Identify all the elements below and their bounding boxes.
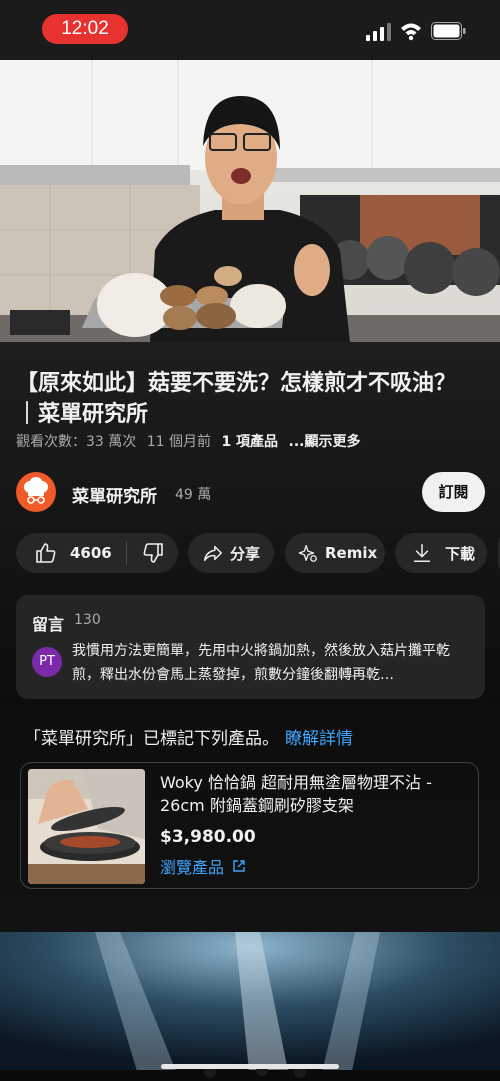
learn-more-link[interactable]: 瞭解詳情 [285,729,353,749]
product-image [28,769,145,884]
show-more-link[interactable]: ...顯示更多 [289,434,361,450]
video-frame [0,60,500,342]
share-button[interactable]: 分享 [188,533,274,573]
remix-label: Remix [325,544,378,562]
comments-title: 留言 [32,615,65,634]
browse-product-link[interactable]: 瀏覽產品 [160,854,246,878]
video-player[interactable] [0,60,500,342]
battery-icon [431,22,466,40]
product-card[interactable]: Woky 恰恰鍋 超耐用無塗層物理不沾 - 26cm 附鍋蓋鋼刷矽膠支架 $3,… [20,762,479,889]
like-count[interactable]: 4606 [70,544,112,562]
video-meta[interactable]: 觀看次數：33 萬次 11 個月前 1 項產品 ...顯示更多 [16,431,366,451]
like-dislike-group: 4606 [16,533,178,573]
comments-section[interactable]: 留言 130 PT 我慣用方法更簡單，先用中火將鍋加熱，然後放入菇片攤平乾煎，釋… [16,595,485,699]
product-count: 1 項產品 [221,434,279,450]
status-bar: 12:02 [0,0,500,60]
commenter-avatar: PT [32,647,62,677]
share-label: 分享 [230,544,261,563]
action-bar: 4606 分享 Remix 下載 [16,533,500,573]
chip-divider [125,541,127,565]
tagged-products-line: 「菜單研究所」已標記下列產品。 瞭解詳情 [24,724,353,749]
wifi-icon [401,23,421,41]
subscribe-button[interactable]: 訂閱 [422,472,485,512]
product-title[interactable]: Woky 恰恰鍋 超耐用無塗層物理不沾 - 26cm 附鍋蓋鋼刷矽膠支架 [160,771,472,817]
download-label: 下載 [445,544,476,563]
home-indicator[interactable] [161,1064,339,1069]
share-icon [204,545,222,562]
next-video-image [0,932,500,1081]
external-link-icon [233,860,245,872]
product-price: $3,980.00 [160,827,256,847]
subscriber-count: 49 萬 [175,487,212,503]
product-photo [28,769,145,884]
thumbs-down-icon[interactable] [141,541,165,565]
remix-button[interactable]: Remix [285,533,385,573]
thumbs-up-icon[interactable] [34,541,58,565]
download-icon [413,544,431,562]
download-button[interactable]: 下載 [395,533,487,573]
upload-age: 11 個月前 [146,434,211,450]
cellular-signal-icon [366,23,391,41]
view-count: 觀看次數：33 萬次 [16,434,137,450]
remix-icon [298,545,317,562]
video-title[interactable]: 【原來如此】菇要不要洗？怎樣煎才不吸油？｜菜單研究所 [16,368,476,430]
chef-hat-icon [24,477,48,504]
status-time: 12:02 [42,14,128,44]
comments-count: 130 [74,612,101,628]
next-video-thumbnail[interactable] [0,932,500,1081]
channel-name[interactable]: 菜單研究所 [72,482,157,507]
top-comment-text: 我慣用方法更簡單，先用中火將鍋加熱，然後放入菇片攤平乾煎，釋出水份會馬上蒸發掉，… [72,643,450,683]
browse-product-label: 瀏覽產品 [160,858,225,877]
tagged-products-intro: 「菜單研究所」已標記下列產品。 [24,729,279,749]
channel-avatar[interactable] [16,472,56,512]
